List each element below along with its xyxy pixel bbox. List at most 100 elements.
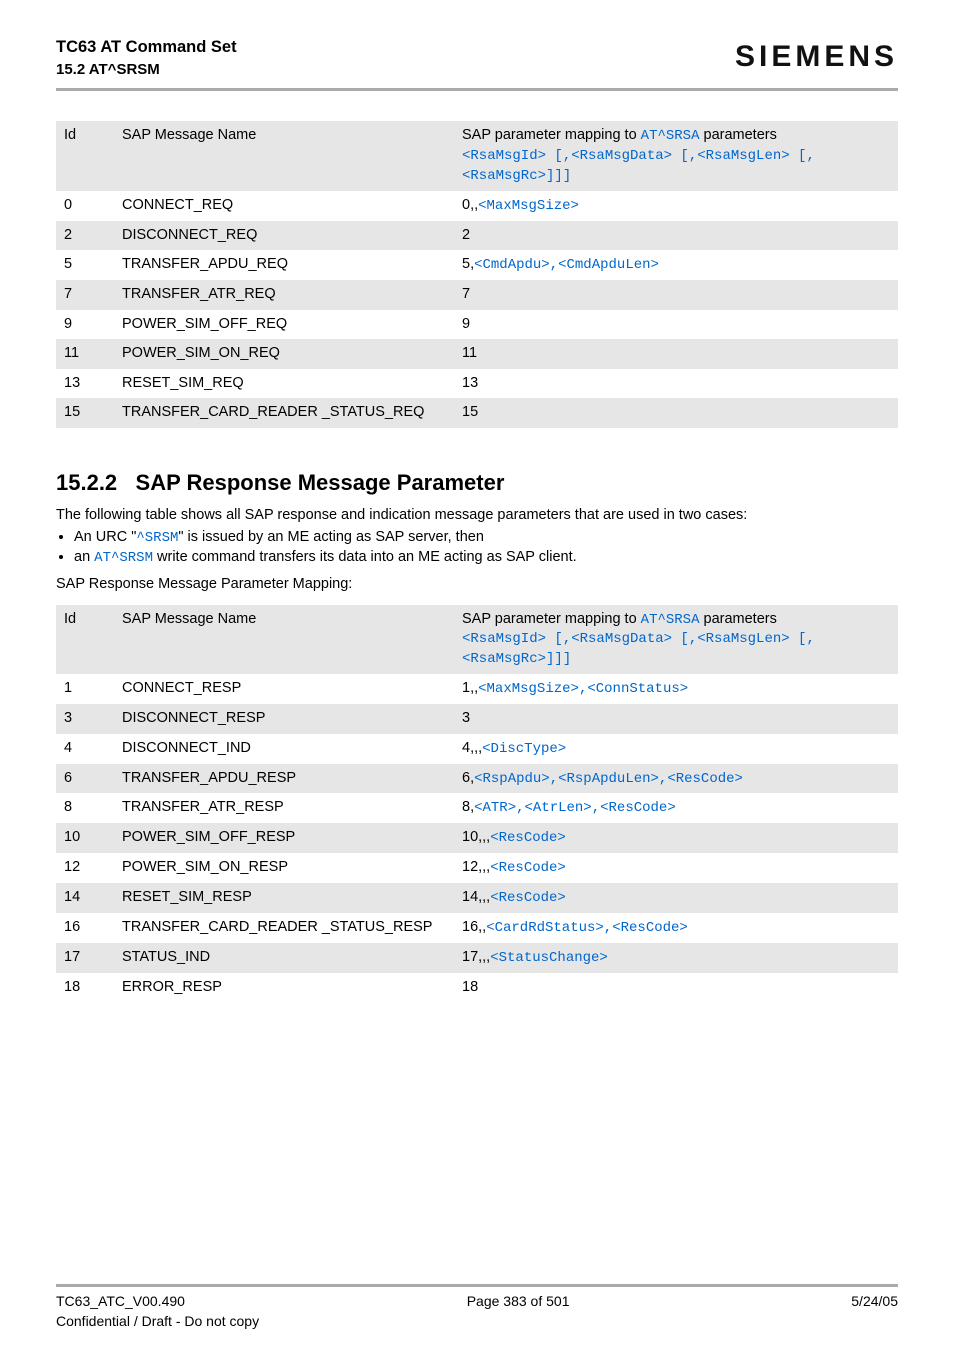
brand-logo: SIEMENS bbox=[735, 36, 898, 74]
cell-name: TRANSFER_APDU_RESP bbox=[114, 764, 454, 794]
table-row: 14RESET_SIM_RESP14,,,<ResCode> bbox=[56, 883, 898, 913]
cell-mapping: 15 bbox=[454, 398, 898, 428]
table-row: 15TRANSFER_CARD_READER _STATUS_REQ15 bbox=[56, 398, 898, 428]
cell-name: RESET_SIM_REQ bbox=[114, 369, 454, 399]
page-footer: TC63_ATC_V00.490 Page 383 of 501 5/24/05… bbox=[56, 1284, 898, 1329]
cell-id: 2 bbox=[56, 221, 114, 251]
cell-mapping: 12,,,<ResCode> bbox=[454, 853, 898, 883]
cell-id: 16 bbox=[56, 913, 114, 943]
cell-mapping: 14,,,<ResCode> bbox=[454, 883, 898, 913]
col-mapping: SAP parameter mapping to AT^SRSA paramet… bbox=[454, 605, 898, 675]
cell-name: RESET_SIM_RESP bbox=[114, 883, 454, 913]
response-table: Id SAP Message Name SAP parameter mappin… bbox=[56, 605, 898, 1003]
col-id: Id bbox=[56, 121, 114, 191]
cell-id: 3 bbox=[56, 704, 114, 734]
cell-mapping: 9 bbox=[454, 310, 898, 340]
cell-id: 1 bbox=[56, 674, 114, 704]
cell-mapping: 0,,<MaxMsgSize> bbox=[454, 191, 898, 221]
cell-id: 12 bbox=[56, 853, 114, 883]
cell-name: POWER_SIM_ON_REQ bbox=[114, 339, 454, 369]
request-table: Id SAP Message Name SAP parameter mappin… bbox=[56, 121, 898, 428]
table-row: 11POWER_SIM_ON_REQ11 bbox=[56, 339, 898, 369]
footer-left: TC63_ATC_V00.490 bbox=[56, 1293, 185, 1309]
bullet-list: An URC "^SRSM" is issued by an ME acting… bbox=[56, 530, 898, 567]
cell-mapping: 16,,<CardRdStatus>,<ResCode> bbox=[454, 913, 898, 943]
table-row: 8TRANSFER_ATR_RESP8,<ATR>,<AtrLen>,<ResC… bbox=[56, 793, 898, 823]
cell-id: 6 bbox=[56, 764, 114, 794]
cell-mapping: 17,,,<StatusChange> bbox=[454, 943, 898, 973]
cell-name: ERROR_RESP bbox=[114, 973, 454, 1003]
footer-note: Confidential / Draft - Do not copy bbox=[56, 1313, 898, 1329]
col-mapping: SAP parameter mapping to AT^SRSA paramet… bbox=[454, 121, 898, 191]
cell-mapping: 1,,<MaxMsgSize>,<ConnStatus> bbox=[454, 674, 898, 704]
cell-mapping: 8,<ATR>,<AtrLen>,<ResCode> bbox=[454, 793, 898, 823]
cell-name: POWER_SIM_OFF_REQ bbox=[114, 310, 454, 340]
table-row: 1CONNECT_RESP1,,<MaxMsgSize>,<ConnStatus… bbox=[56, 674, 898, 704]
table-row: 7TRANSFER_ATR_REQ7 bbox=[56, 280, 898, 310]
cell-mapping: 5,<CmdApdu>,<CmdApduLen> bbox=[454, 250, 898, 280]
cell-id: 10 bbox=[56, 823, 114, 853]
cell-id: 11 bbox=[56, 339, 114, 369]
table-row: 10POWER_SIM_OFF_RESP10,,,<ResCode> bbox=[56, 823, 898, 853]
col-name: SAP Message Name bbox=[114, 605, 454, 675]
table-row: 17STATUS_IND17,,,<StatusChange> bbox=[56, 943, 898, 973]
cell-id: 17 bbox=[56, 943, 114, 973]
col-id: Id bbox=[56, 605, 114, 675]
section-heading: 15.2.2 SAP Response Message Parameter bbox=[56, 470, 898, 496]
cell-name: TRANSFER_CARD_READER _STATUS_RESP bbox=[114, 913, 454, 943]
table-row: 12POWER_SIM_ON_RESP12,,,<ResCode> bbox=[56, 853, 898, 883]
table-row: 6TRANSFER_APDU_RESP6,<RspApdu>,<RspApduL… bbox=[56, 764, 898, 794]
table-row: 16TRANSFER_CARD_READER _STATUS_RESP16,,<… bbox=[56, 913, 898, 943]
cell-id: 7 bbox=[56, 280, 114, 310]
cell-name: TRANSFER_CARD_READER _STATUS_REQ bbox=[114, 398, 454, 428]
list-item: An URC "^SRSM" is issued by an ME acting… bbox=[74, 530, 898, 546]
table-row: 13RESET_SIM_REQ13 bbox=[56, 369, 898, 399]
doc-title: TC63 AT Command Set bbox=[56, 36, 237, 59]
table-row: 4DISCONNECT_IND4,,,<DiscType> bbox=[56, 734, 898, 764]
cell-name: TRANSFER_ATR_REQ bbox=[114, 280, 454, 310]
cell-name: POWER_SIM_OFF_RESP bbox=[114, 823, 454, 853]
doc-subtitle: 15.2 AT^SRSM bbox=[56, 59, 237, 80]
cell-mapping: 3 bbox=[454, 704, 898, 734]
table-row: 3DISCONNECT_RESP3 bbox=[56, 704, 898, 734]
cell-mapping: 10,,,<ResCode> bbox=[454, 823, 898, 853]
cell-id: 5 bbox=[56, 250, 114, 280]
cell-mapping: 6,<RspApdu>,<RspApduLen>,<ResCode> bbox=[454, 764, 898, 794]
cell-name: TRANSFER_ATR_RESP bbox=[114, 793, 454, 823]
footer-center: Page 383 of 501 bbox=[467, 1293, 570, 1309]
cell-name: POWER_SIM_ON_RESP bbox=[114, 853, 454, 883]
cell-name: CONNECT_RESP bbox=[114, 674, 454, 704]
cell-mapping: 2 bbox=[454, 221, 898, 251]
table-row: 0CONNECT_REQ0,,<MaxMsgSize> bbox=[56, 191, 898, 221]
cell-id: 15 bbox=[56, 398, 114, 428]
table-row: 18ERROR_RESP18 bbox=[56, 973, 898, 1003]
cell-name: TRANSFER_APDU_REQ bbox=[114, 250, 454, 280]
cell-name: DISCONNECT_REQ bbox=[114, 221, 454, 251]
cell-id: 18 bbox=[56, 973, 114, 1003]
divider bbox=[56, 88, 898, 91]
table-row: 5TRANSFER_APDU_REQ5,<CmdApdu>,<CmdApduLe… bbox=[56, 250, 898, 280]
table-row: 2DISCONNECT_REQ2 bbox=[56, 221, 898, 251]
cell-id: 4 bbox=[56, 734, 114, 764]
page-header: TC63 AT Command Set 15.2 AT^SRSM SIEMENS bbox=[56, 36, 898, 80]
cell-id: 13 bbox=[56, 369, 114, 399]
table-row: 9POWER_SIM_OFF_REQ9 bbox=[56, 310, 898, 340]
mapping-label: SAP Response Message Parameter Mapping: bbox=[56, 577, 898, 593]
cell-name: DISCONNECT_IND bbox=[114, 734, 454, 764]
cell-name: DISCONNECT_RESP bbox=[114, 704, 454, 734]
cell-mapping: 7 bbox=[454, 280, 898, 310]
col-name: SAP Message Name bbox=[114, 121, 454, 191]
list-item: an AT^SRSM write command transfers its d… bbox=[74, 550, 898, 566]
cell-id: 9 bbox=[56, 310, 114, 340]
cell-id: 0 bbox=[56, 191, 114, 221]
cell-mapping: 4,,,<DiscType> bbox=[454, 734, 898, 764]
cell-id: 14 bbox=[56, 883, 114, 913]
footer-right: 5/24/05 bbox=[851, 1293, 898, 1309]
cell-mapping: 18 bbox=[454, 973, 898, 1003]
section-intro: The following table shows all SAP respon… bbox=[56, 508, 898, 524]
cell-mapping: 13 bbox=[454, 369, 898, 399]
cell-id: 8 bbox=[56, 793, 114, 823]
cell-name: CONNECT_REQ bbox=[114, 191, 454, 221]
cell-mapping: 11 bbox=[454, 339, 898, 369]
cell-name: STATUS_IND bbox=[114, 943, 454, 973]
